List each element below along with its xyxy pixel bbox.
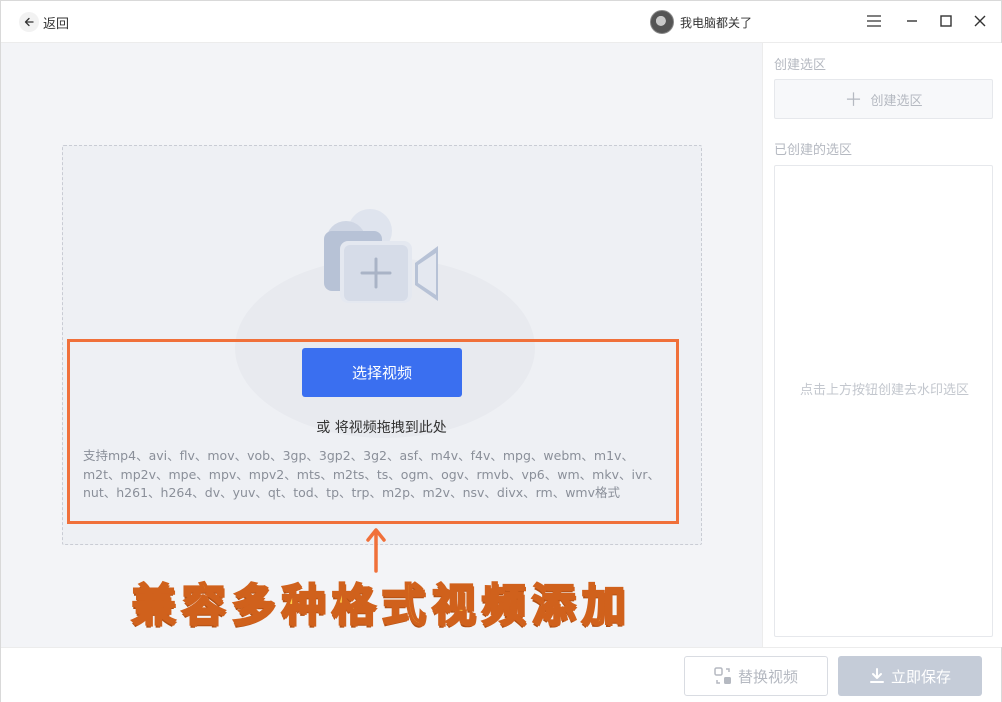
main-area: 选择视频 或 将视频拖拽到此处 支持mp4、avi、flv、mov、vob、3g… — [1, 43, 762, 647]
minimize-button[interactable] — [903, 12, 921, 30]
drag-hint: 或 将视频拖拽到此处 — [316, 420, 447, 436]
replace-video-button[interactable]: 替换视频 — [684, 656, 828, 696]
supported-formats: 支持mp4、avi、flv、mov、vob、3gp、3gp2、3g2、asf、m… — [83, 447, 673, 503]
created-selections-list: 点击上方按钮创建去水印选区 — [774, 165, 993, 637]
created-selections-title: 已创建的选区 — [774, 143, 853, 158]
maximize-icon — [940, 12, 952, 31]
create-selection-title: 创建选区 — [774, 58, 827, 73]
username: 我电脑都关了 — [680, 15, 753, 30]
download-icon — [869, 668, 885, 684]
avatar — [650, 10, 674, 34]
bottom-bar: 替换视频 立即保存 — [1, 647, 1001, 702]
select-video-button[interactable]: 选择视频 — [302, 348, 462, 397]
save-now-label: 立即保存 — [890, 667, 951, 686]
minimize-icon — [906, 12, 918, 31]
close-icon — [974, 12, 986, 31]
selection-panel: 创建选区 ＋ 创建选区 已创建的选区 点击上方按钮创建去水印选区 — [762, 43, 1002, 647]
formats-line-2: m2t、mp2v、mpe、mpv、mpv2、mts、m2ts、ts、ogm、og… — [83, 466, 660, 482]
back-arrow-icon — [19, 12, 39, 32]
replace-icon — [714, 667, 732, 685]
replace-video-label: 替换视频 — [737, 667, 798, 686]
close-button[interactable] — [971, 12, 989, 30]
formats-line-3: nut、h261、h264、dv、yuv、qt、tod、tp、trp、m2p、m… — [83, 485, 621, 500]
back-button[interactable]: 返回 — [19, 11, 69, 33]
back-label: 返回 — [43, 16, 70, 32]
user-profile[interactable]: 我电脑都关了 — [650, 10, 752, 34]
save-now-button[interactable]: 立即保存 — [838, 656, 982, 696]
menu-button[interactable] — [865, 12, 883, 30]
promo-banner: 兼容多种格式视频添加 — [131, 579, 632, 632]
formats-line-1: 支持mp4、avi、flv、mov、vob、3gp、3gp2、3g2、asf、m… — [83, 448, 634, 463]
annotation-arrow-icon — [365, 527, 387, 573]
plus-icon: ＋ — [844, 90, 863, 111]
empty-hint: 点击上方按钮创建去水印选区 — [799, 383, 969, 398]
create-selection-label: 创建选区 — [870, 93, 923, 109]
create-selection-button[interactable]: ＋ 创建选区 — [774, 79, 993, 119]
menu-icon — [867, 12, 881, 31]
maximize-button[interactable] — [937, 12, 955, 30]
title-bar: 返回 我电脑都关了 — [1, 1, 1001, 43]
app-window: 返回 我电脑都关了 选择视频 或 将视频拖拽到此处 支持mp4、avi、flv、… — [0, 0, 1002, 702]
camera-add-icon — [318, 201, 448, 311]
